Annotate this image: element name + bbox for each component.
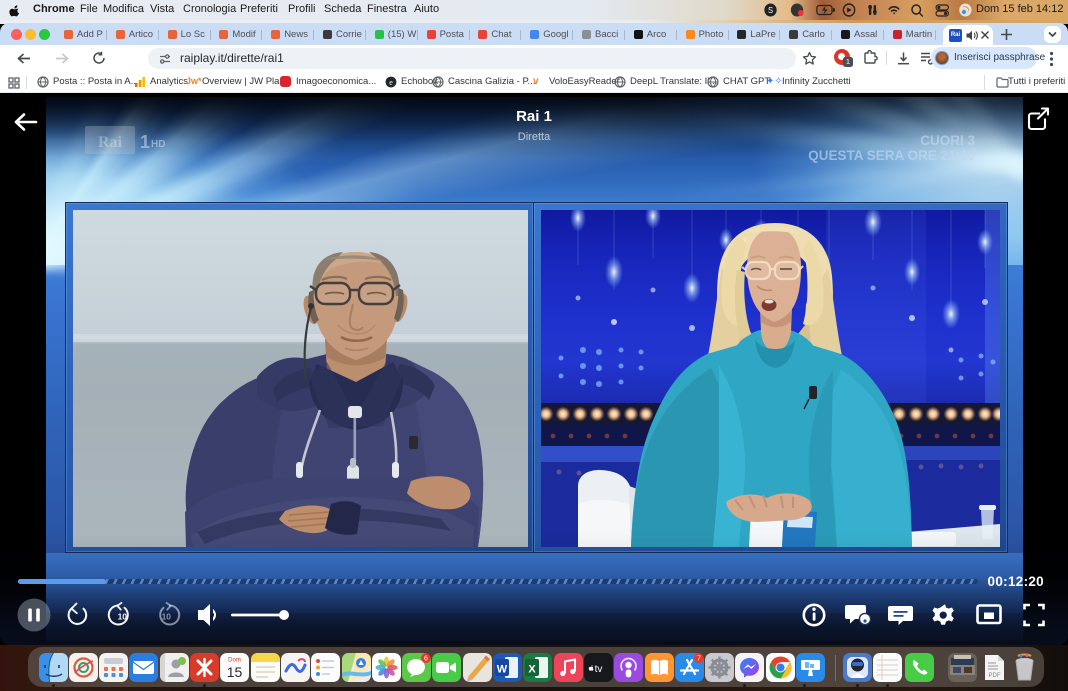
svg-text:W: W <box>497 664 508 676</box>
svg-text:S: S <box>768 6 773 15</box>
svg-text:6: 6 <box>424 656 428 663</box>
svg-text:X: X <box>529 664 537 676</box>
svg-text:Rai: Rai <box>98 134 123 151</box>
svg-text:10: 10 <box>118 612 128 622</box>
svg-text:CUORI 3: CUORI 3 <box>920 133 975 148</box>
svg-text:Dom: Dom <box>228 658 241 664</box>
svg-text:HD: HD <box>151 139 165 150</box>
svg-text:PDF: PDF <box>988 673 1000 679</box>
svg-text:15: 15 <box>227 664 243 680</box>
svg-text:QUESTA SERA ORE 21:30: QUESTA SERA ORE 21:30 <box>808 148 975 163</box>
svg-text:10: 10 <box>162 612 172 622</box>
svg-text:Diretta: Diretta <box>518 131 551 143</box>
svg-text:Rai 1: Rai 1 <box>516 108 552 125</box>
svg-text:tv: tv <box>595 664 603 675</box>
svg-text:e: e <box>389 78 393 87</box>
svg-text:7: 7 <box>697 656 701 663</box>
svg-text:1: 1 <box>140 132 150 152</box>
